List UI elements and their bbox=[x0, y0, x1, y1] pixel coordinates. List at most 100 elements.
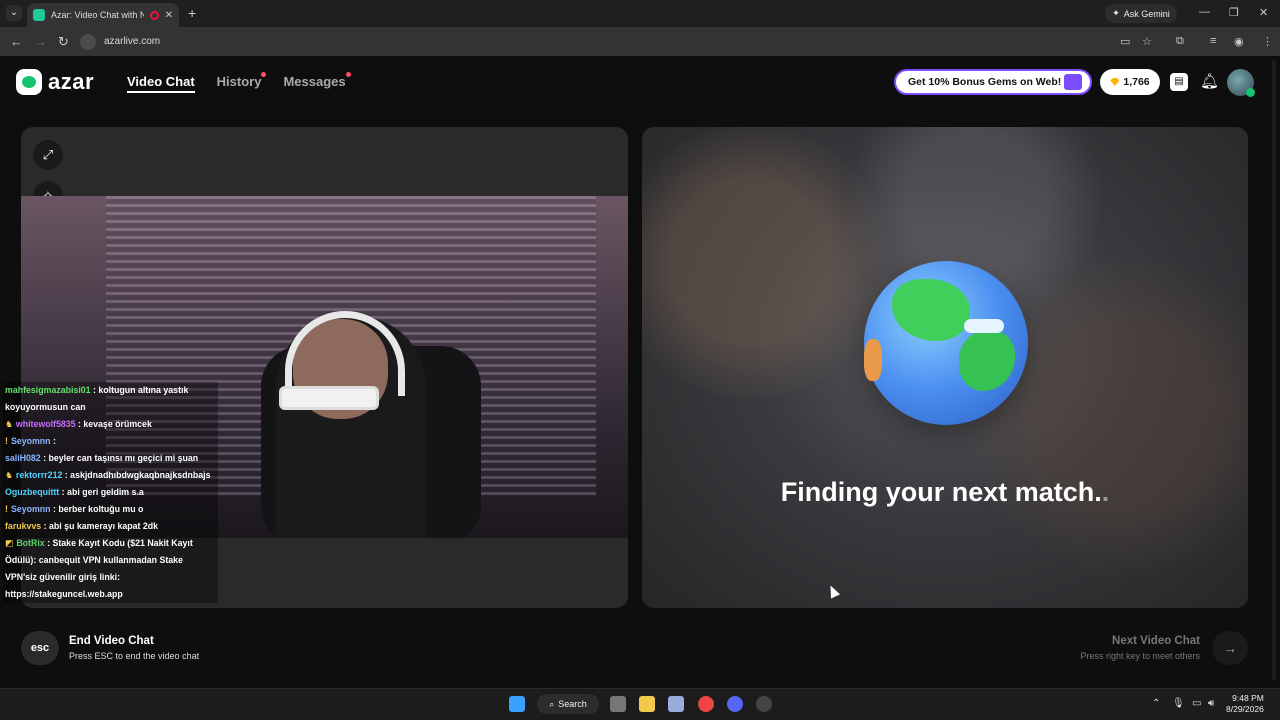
gemini-sparkle-icon: ✦ bbox=[1112, 8, 1120, 18]
cast-icon[interactable]: ▭ bbox=[1120, 35, 1130, 48]
address-bar[interactable]: azarlive.com bbox=[80, 31, 1160, 52]
chat-username[interactable]: Seyomnn bbox=[11, 504, 51, 514]
reading-list-icon[interactable]: ≡ bbox=[1210, 35, 1216, 47]
tab-search-button[interactable]: ⌄ bbox=[6, 5, 22, 21]
promo-label: Get 10% Bonus Gems on Web! bbox=[908, 76, 1062, 88]
reload-icon[interactable]: ↻ bbox=[58, 34, 69, 50]
stream-chat-overlay: mahfesigmazabisi01 : koltugun altına yas… bbox=[3, 382, 218, 603]
nav-messages-label: Messages bbox=[283, 74, 346, 89]
logo-text: azar bbox=[48, 69, 95, 94]
azar-logo[interactable]: azar bbox=[16, 69, 94, 95]
chrome-menu-icon[interactable]: ⋮ bbox=[1262, 35, 1273, 48]
esc-button[interactable]: esc bbox=[21, 631, 59, 665]
chat-message: farukvvs : abi şu kamerayı kapat 2dk bbox=[3, 518, 218, 535]
new-tab-button[interactable]: + bbox=[188, 5, 196, 21]
minimize-icon[interactable]: — bbox=[1199, 6, 1210, 18]
match-panel: Finding your next match.. bbox=[642, 127, 1248, 608]
chat-username[interactable]: Oguzbequittt bbox=[5, 487, 59, 497]
chrome-icon[interactable] bbox=[698, 696, 714, 712]
verified-badge-icon bbox=[1246, 88, 1255, 97]
restore-icon[interactable]: ❐ bbox=[1229, 6, 1239, 19]
bell-icon[interactable]: 🔔︎ bbox=[1200, 72, 1219, 90]
chat-badge-icon: ♞ bbox=[5, 419, 13, 429]
scrollbar[interactable] bbox=[1272, 60, 1276, 680]
next-video-chat-title[interactable]: Next Video Chat bbox=[1112, 635, 1200, 647]
back-icon[interactable]: ← bbox=[10, 34, 23, 49]
nav-messages[interactable]: Messages bbox=[283, 72, 351, 93]
bookmark-star-icon[interactable]: ☆ bbox=[1142, 35, 1152, 48]
taskbar-clock[interactable]: 9:48 PM 8/29/2026 bbox=[1226, 693, 1264, 715]
chat-username[interactable]: rektorrr212 bbox=[16, 470, 62, 480]
chat-username[interactable]: saliH082 bbox=[5, 453, 41, 463]
chat-username[interactable]: Seyomnn bbox=[11, 436, 51, 446]
forward-icon[interactable]: → bbox=[34, 34, 47, 49]
azar-favicon-icon bbox=[33, 9, 45, 21]
taskbar-search[interactable]: ⌕ Search bbox=[537, 694, 599, 714]
gift-icon bbox=[1064, 74, 1082, 90]
globe-icon bbox=[864, 261, 1028, 425]
nav-video-chat[interactable]: Video Chat bbox=[127, 74, 195, 93]
tray-chevron-icon[interactable]: ⌃ bbox=[1152, 698, 1160, 709]
tab-close-icon[interactable]: ✕ bbox=[165, 10, 173, 21]
globe-land bbox=[864, 339, 882, 381]
chat-username[interactable]: mahfesigmazabisi01 bbox=[5, 385, 91, 395]
chat-message: ! Seyomnn : bbox=[3, 433, 218, 450]
recording-icon bbox=[149, 10, 159, 20]
globe-cloud bbox=[964, 319, 1004, 333]
chat-text: : beyler can taşınsı mı geçici mi şuan bbox=[40, 453, 199, 463]
chat-text: : abi geri geldim s.a bbox=[59, 487, 144, 497]
next-arrow-button[interactable]: → bbox=[1212, 631, 1248, 665]
chat-message: ♞ whitewolf5835 : kevaşe örümcek bbox=[3, 416, 218, 433]
chat-username[interactable]: whitewolf5835 bbox=[16, 419, 76, 429]
ask-gemini-button[interactable]: ✦ Ask Gemini bbox=[1105, 4, 1177, 23]
expand-icon[interactable]: ⤢ bbox=[33, 140, 63, 170]
browser-tabstrip: ⌄ Azar: Video Chat with New ✕ + ✦ Ask Ge… bbox=[0, 0, 1280, 27]
end-video-chat-hint: Press ESC to end the video chat bbox=[69, 651, 200, 661]
nav-history-label: History bbox=[216, 74, 262, 89]
chat-text: : abi şu kamerayı kapat 2dk bbox=[41, 521, 159, 531]
end-video-chat-title[interactable]: End Video Chat bbox=[69, 635, 154, 647]
gem-count: 1,766 bbox=[1123, 76, 1150, 88]
browser-tab[interactable]: Azar: Video Chat with New ✕ bbox=[27, 3, 179, 27]
notification-dot bbox=[261, 72, 267, 77]
discord-icon[interactable] bbox=[727, 696, 743, 712]
file-explorer-icon[interactable] bbox=[639, 696, 655, 712]
gem-icon bbox=[1110, 78, 1120, 86]
ask-gemini-label: Ask Gemini bbox=[1123, 8, 1170, 19]
chat-text: : bbox=[50, 436, 56, 446]
volume-icon[interactable]: 🔊︎ bbox=[1208, 698, 1214, 709]
clock-date: 8/29/2026 bbox=[1226, 704, 1264, 714]
chat-badge-icon: ! bbox=[5, 504, 8, 514]
chat-message: mahfesigmazabisi01 : koltugun altına yas… bbox=[3, 382, 218, 416]
microphone-icon[interactable]: 🎙︎ bbox=[1172, 698, 1185, 709]
chat-message: Oguzbequittt : abi geri geldim s.a bbox=[3, 484, 218, 501]
gem-balance-button[interactable]: 1,766 bbox=[1100, 69, 1160, 95]
task-view-icon[interactable] bbox=[610, 696, 626, 712]
chat-text: : berber koltuğu mu o bbox=[50, 504, 144, 514]
close-window-icon[interactable]: ✕ bbox=[1259, 6, 1268, 19]
windows-start-icon[interactable] bbox=[509, 696, 525, 712]
chat-badge-icon: ◩ bbox=[5, 538, 14, 548]
avatar[interactable] bbox=[1227, 69, 1255, 97]
chat-message: ◩ BotRix : Stake Kayıt Kodu ($21 Nakit Ka… bbox=[3, 535, 218, 603]
azar-logo-icon bbox=[16, 69, 42, 95]
main-nav: Video Chat History Messages bbox=[127, 72, 351, 93]
chat-message: ! Seyomnn : berber koltuğu mu o bbox=[3, 501, 218, 518]
network-icon[interactable]: ▭ bbox=[1192, 698, 1201, 709]
finding-dim-dot: . bbox=[1101, 477, 1110, 507]
notification-dot bbox=[345, 72, 351, 77]
site-info-icon[interactable] bbox=[80, 33, 96, 50]
search-icon: ⌕ bbox=[549, 698, 555, 709]
chat-username[interactable]: farukvvs bbox=[5, 521, 41, 531]
store-icon[interactable]: ▤ bbox=[1170, 73, 1188, 91]
globe-land bbox=[892, 279, 970, 341]
extensions-icon[interactable]: ⧉ bbox=[1176, 35, 1184, 48]
profile-icon[interactable]: ◉ bbox=[1234, 35, 1244, 48]
nav-history[interactable]: History bbox=[216, 72, 267, 93]
white-glasses bbox=[279, 386, 379, 410]
chat-username[interactable]: BotRix bbox=[16, 538, 44, 548]
obs-icon[interactable] bbox=[756, 696, 772, 712]
bonus-gems-promo-button[interactable]: Get 10% Bonus Gems on Web! bbox=[894, 69, 1092, 95]
azar-app: azar Video Chat History Messages Get 10%… bbox=[0, 56, 1280, 688]
store-app-icon[interactable] bbox=[668, 696, 684, 712]
